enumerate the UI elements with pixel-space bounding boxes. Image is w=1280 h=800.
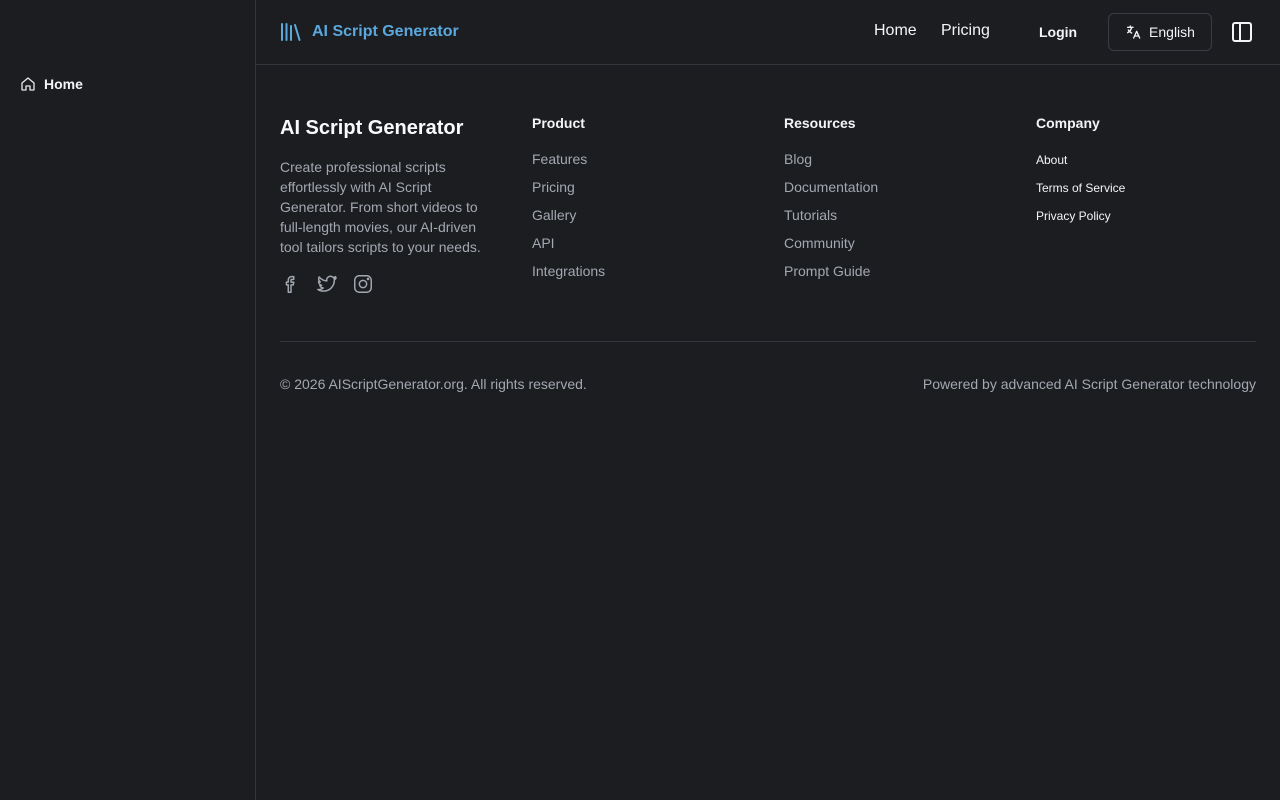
sidebar: Home [0,0,256,800]
footer-link-tutorials[interactable]: Tutorials [784,207,837,223]
social-links [280,273,500,295]
footer-column-company: Company About Terms of Service Privacy P… [1036,115,1125,235]
footer-column-heading: Company [1036,115,1100,131]
footer-link-about[interactable]: About [1036,153,1067,167]
footer-link-gallery[interactable]: Gallery [532,207,576,223]
footer-brand-description: Create professional scripts effortlessly… [280,159,481,255]
app-root: Home AI Script Generator Home Pricing Lo… [0,0,1280,800]
footer-link-pricing[interactable]: Pricing [532,179,575,195]
footer-link-terms[interactable]: Terms of Service [1036,181,1125,195]
login-button[interactable]: Login [1039,24,1077,40]
footer-column-heading: Product [532,115,585,131]
footer-column-resources: Resources Blog Documentation Tutorials C… [784,115,878,291]
sidebar-item-home[interactable]: Home [20,74,83,94]
copyright-text: © 2026 AIScriptGenerator.org. All rights… [280,376,587,392]
footer-link-documentation[interactable]: Documentation [784,179,878,195]
footer-column-product: Product Features Pricing Gallery API Int… [532,115,605,291]
language-label: English [1149,24,1195,40]
top-header: AI Script Generator Home Pricing Login E… [256,0,1280,65]
twitter-icon[interactable] [316,273,338,295]
library-icon [280,22,302,42]
sidebar-toggle-button[interactable] [1231,21,1253,43]
language-selector-button[interactable]: English [1108,13,1212,51]
footer-brand-block: AI Script Generator Create professional … [280,117,500,295]
home-icon [20,76,36,92]
sidebar-toggle-icon [1231,21,1253,43]
footer-brand-title: AI Script Generator [280,117,464,139]
footer-link-community[interactable]: Community [784,235,855,251]
footer-link-prompt-guide[interactable]: Prompt Guide [784,263,870,279]
sidebar-item-label: Home [44,76,83,92]
brand-logo-link[interactable]: AI Script Generator [280,20,459,44]
footer-link-integrations[interactable]: Integrations [532,263,605,279]
footer-divider [280,341,1256,342]
footer-link-blog[interactable]: Blog [784,151,812,167]
footer-link-privacy[interactable]: Privacy Policy [1036,209,1111,223]
facebook-icon[interactable] [280,273,302,295]
footer-column-heading: Resources [784,115,856,131]
powered-by-text: Powered by advanced AI Script Generator … [922,376,1256,392]
footer-link-features[interactable]: Features [532,151,587,167]
brand-name: AI Script Generator [312,23,459,40]
nav-home-link[interactable]: Home [874,22,917,40]
footer-link-api[interactable]: API [532,235,555,251]
nav-pricing-link[interactable]: Pricing [941,22,990,40]
instagram-icon[interactable] [352,273,374,295]
translate-icon [1125,24,1141,40]
